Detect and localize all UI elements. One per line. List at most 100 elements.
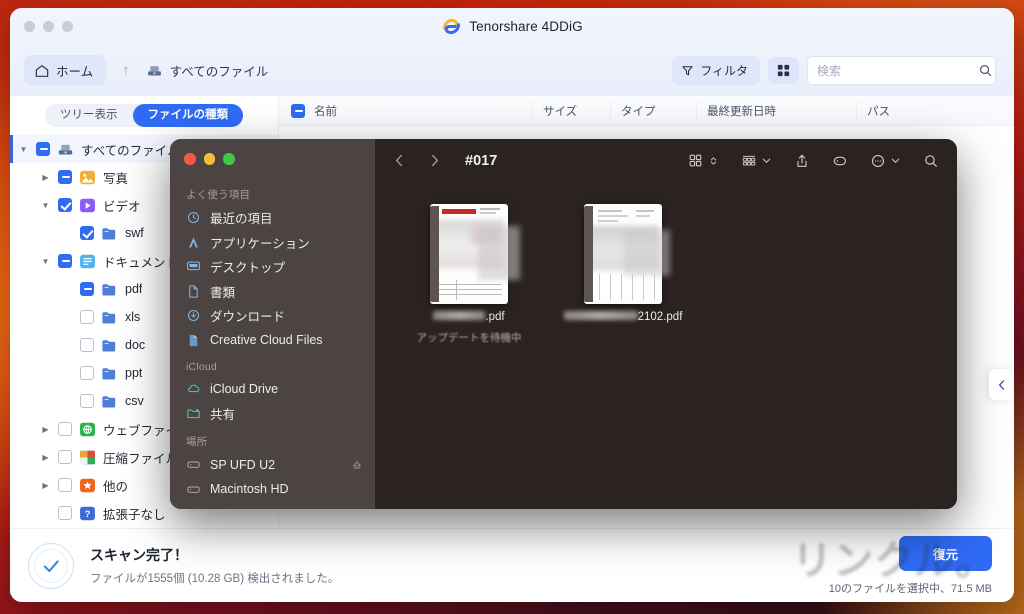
finder-toolbar-icons[interactable] (688, 153, 939, 169)
documents-icon (186, 284, 201, 299)
view-mode-segmented[interactable]: ツリー表示 ファイルの種類 (45, 104, 243, 127)
redacted-filename-block (433, 311, 486, 320)
breadcrumb[interactable]: すべてのファイル (146, 61, 268, 80)
chevron-down-icon[interactable]: ▼ (40, 201, 51, 210)
finder-sidebar-item-label: SSD500GB (210, 507, 275, 509)
clock-icon (186, 210, 201, 225)
web-icon (79, 421, 96, 438)
finder-toolbar: #017 (375, 139, 957, 182)
column-header[interactable]: 名前 (314, 103, 532, 119)
tree-row-label: csv (125, 394, 144, 408)
column-header[interactable]: パス (856, 102, 976, 119)
chevron-right-icon[interactable] (426, 152, 443, 169)
finder-sidebar-item[interactable]: SP UFD U2 (170, 453, 375, 478)
folder-icon (101, 393, 118, 410)
tenorshare-logo-icon (441, 16, 462, 37)
video-icon (79, 197, 96, 214)
panel-collapse-button[interactable] (989, 369, 1014, 400)
column-header[interactable]: 最終更新日時 (696, 102, 856, 119)
view-mode-segmented-row: ツリー表示 ファイルの種類 (10, 96, 278, 133)
search-box[interactable] (807, 56, 996, 85)
restore-button[interactable]: 復元 (898, 535, 992, 571)
chevron-down-icon[interactable]: ▼ (18, 145, 29, 154)
icon-view-button[interactable] (688, 153, 719, 168)
finder-sidebar-item[interactable]: 最近の項目 (170, 206, 375, 231)
chevron-right-icon[interactable]: ▶ (40, 453, 51, 462)
select-all-checkbox[interactable] (291, 103, 305, 118)
home-label: ホーム (56, 65, 94, 79)
finder-title: #017 (465, 152, 498, 169)
tree-row-checkbox[interactable] (58, 478, 72, 492)
search-icon[interactable] (978, 63, 993, 78)
finder-sidebar-item[interactable]: Macintosh HD (170, 477, 375, 502)
share-icon (794, 153, 810, 169)
tree-row-checkbox[interactable] (58, 198, 72, 212)
chevron-down-icon[interactable]: ▼ (40, 257, 51, 266)
finder-sidebar-item-label: 共有 (210, 407, 236, 422)
home-button[interactable]: ホーム (24, 55, 107, 86)
photo-icon (79, 169, 96, 186)
eject-icon[interactable] (351, 508, 363, 509)
finder-close-button[interactable] (184, 153, 196, 165)
finder-file-grid[interactable]: .pdf アップデートを待機中 2102.pdf (375, 182, 957, 509)
tag-button[interactable] (832, 153, 848, 169)
finder-sidebar-item[interactable]: 書類 (170, 279, 375, 304)
finder-sidebar-item[interactable]: SSD500GB (170, 502, 375, 509)
chevron-right-icon[interactable]: ▶ (40, 481, 51, 490)
group-by-button[interactable] (741, 153, 772, 169)
grid-view-button[interactable] (768, 57, 799, 84)
finder-sidebar-item[interactable]: Creative Cloud Files (170, 328, 375, 353)
tree-row-checkbox[interactable] (58, 422, 72, 436)
finder-sidebar-item[interactable]: ダウンロード (170, 304, 375, 329)
tree-row-checkbox[interactable] (80, 394, 94, 408)
tree-row-checkbox[interactable] (58, 170, 72, 184)
tree-row-checkbox[interactable] (80, 226, 94, 240)
finder-maximize-button[interactable] (223, 153, 235, 165)
tree-row-checkbox[interactable] (80, 338, 94, 352)
folder-icon (101, 225, 118, 242)
column-header[interactable]: サイズ (532, 102, 610, 119)
view-mode-segment[interactable]: ファイルの種類 (132, 104, 243, 127)
chevron-right-icon[interactable]: ▶ (40, 425, 51, 434)
finder-sidebar-item-label: アプリケーション (210, 236, 310, 251)
tree-row-checkbox[interactable] (36, 142, 50, 156)
finder-nav-group[interactable] (391, 152, 443, 169)
tree-row-checkbox[interactable] (80, 282, 94, 296)
tree-row-label: 写真 (103, 171, 129, 186)
finder-file-item[interactable]: .pdf アップデートを待機中 (415, 204, 523, 509)
finder-sidebar-item[interactable]: iCloud Drive (170, 377, 375, 402)
finder-minimize-button[interactable] (203, 153, 215, 165)
tree-row-checkbox[interactable] (80, 310, 94, 324)
finder-window[interactable]: よく使う項目 最近の項目 アプリケーション デスクトップ 書類 ダウンロード Creativ… (170, 139, 957, 509)
view-mode-segment[interactable]: ツリー表示 (45, 104, 133, 127)
column-header[interactable]: タイプ (610, 102, 696, 119)
finder-traffic-lights[interactable] (170, 151, 375, 179)
finder-sidebar-item-label: Macintosh HD (210, 482, 289, 497)
chevron-right-icon[interactable]: ▶ (40, 173, 51, 182)
tree-row-checkbox[interactable] (80, 366, 94, 380)
more-button[interactable] (870, 153, 901, 169)
chevron-left-icon[interactable] (391, 152, 408, 169)
finder-file-item[interactable]: 2102.pdf (563, 204, 682, 509)
icon-view-icon (688, 153, 703, 168)
finder-sidebar[interactable]: よく使う項目 最近の項目 アプリケーション デスクトップ 書類 ダウンロード Creativ… (170, 139, 375, 509)
status-bar: スキャン完了！ ファイルが1555個 (10.28 GB) 検出されました。 復… (10, 528, 1014, 602)
tree-row-checkbox[interactable] (58, 450, 72, 464)
finder-sidebar-item[interactable]: 共有 (170, 401, 375, 426)
finder-search-button[interactable] (923, 153, 939, 169)
tree-row-checkbox[interactable] (58, 254, 72, 268)
folder-icon (101, 337, 118, 354)
desktop-icon (186, 259, 201, 274)
downloads-icon (186, 308, 201, 323)
grid-view-icon (776, 63, 791, 78)
finder-sidebar-item[interactable]: デスクトップ (170, 255, 375, 280)
filter-button[interactable]: フィルタ (672, 56, 760, 85)
search-input[interactable] (817, 63, 972, 78)
tree-row-label: 他の (103, 479, 129, 494)
finder-sidebar-item[interactable]: アプリケーション (170, 230, 375, 255)
archive-icon (79, 449, 96, 466)
share-button[interactable] (794, 153, 810, 169)
arrow-up-icon[interactable]: ↑ (116, 62, 136, 79)
eject-icon[interactable] (351, 459, 363, 471)
tree-row-checkbox[interactable] (58, 506, 72, 520)
